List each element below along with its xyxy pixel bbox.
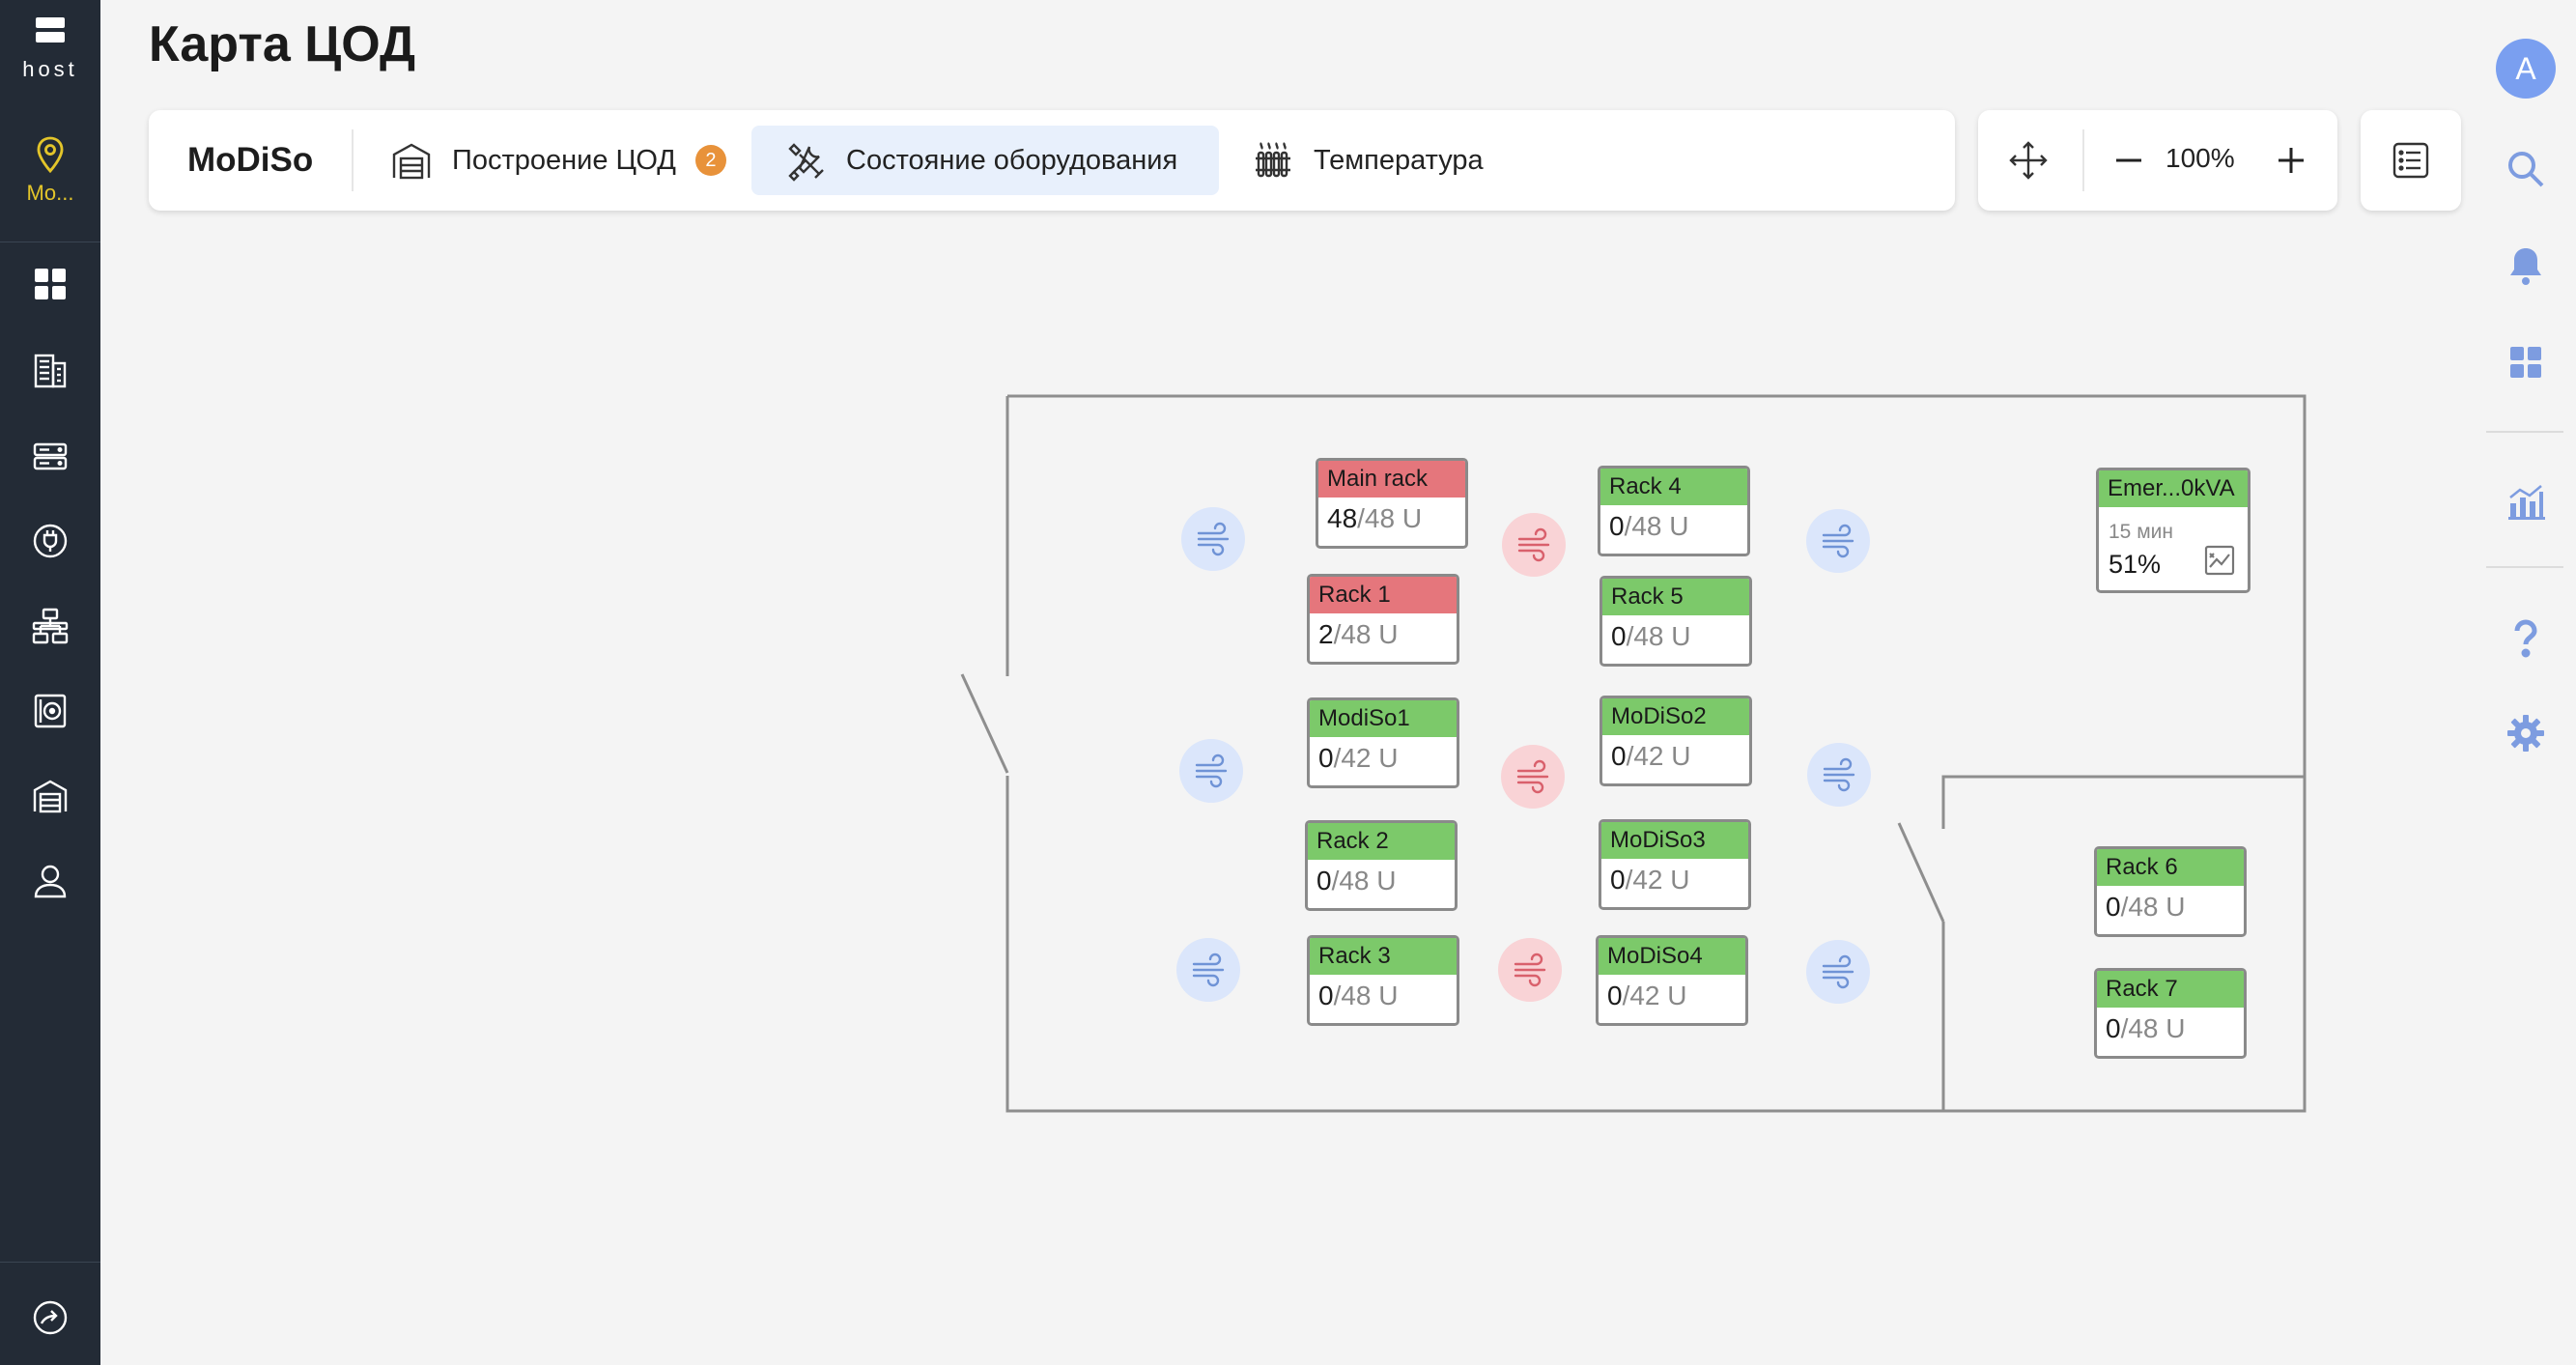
ups-card[interactable]: Emer...0kVA 15 мин 51% — [2096, 468, 2250, 593]
wind-icon — [1192, 953, 1225, 987]
power-chart-icon — [2204, 545, 2235, 576]
room-door — [960, 673, 1009, 774]
rack-total-units: /42 U — [1333, 743, 1399, 773]
rack-capacity: 0/48 U — [2097, 886, 2244, 923]
rack-total-units: /48 U — [1357, 503, 1423, 533]
rack-used-units: 0 — [1609, 511, 1625, 541]
rack-total-units: /42 U — [1626, 741, 1691, 771]
rack-capacity: 0/42 U — [1602, 735, 1749, 772]
rack-name: Rack 7 — [2097, 971, 2244, 1008]
rack-used-units: 0 — [1316, 866, 1332, 896]
wind-icon — [1822, 954, 1854, 989]
room-door — [1897, 822, 1945, 923]
rack-capacity: 0/48 U — [1602, 615, 1749, 652]
rack-total-units: /48 U — [1333, 619, 1399, 649]
rack-name: Rack 3 — [1310, 938, 1457, 975]
rack-used-units: 0 — [1607, 981, 1623, 1010]
rack-name: Rack 5 — [1602, 579, 1749, 615]
hot-airflow[interactable] — [1501, 745, 1565, 809]
rack-card[interactable]: ModiSo1 0/42 U — [1307, 697, 1459, 788]
rack-total-units: /48 U — [2120, 892, 2186, 922]
rack-used-units: 0 — [2106, 892, 2121, 922]
rack-card[interactable]: Rack 3 0/48 U — [1307, 935, 1459, 1026]
rack-card[interactable]: Rack 4 0/48 U — [1598, 466, 1750, 556]
room-wall — [1941, 775, 2305, 829]
ups-name: Emer...0kVA — [2099, 470, 2248, 507]
rack-capacity: 0/48 U — [1310, 975, 1457, 1011]
rack-name: MoDiSo2 — [1602, 698, 1749, 735]
rack-capacity: 2/48 U — [1310, 613, 1457, 650]
rack-total-units: /48 U — [1626, 621, 1691, 651]
rack-capacity: 0/42 U — [1599, 975, 1745, 1011]
rack-used-units: 0 — [2106, 1013, 2121, 1043]
rack-card[interactable]: Rack 2 0/48 U — [1305, 820, 1458, 911]
cold-airflow[interactable] — [1181, 507, 1245, 571]
rack-capacity: 0/42 U — [1310, 737, 1457, 774]
cold-airflow[interactable] — [1176, 938, 1240, 1002]
rack-capacity: 0/48 U — [1600, 505, 1747, 542]
cold-airflow[interactable] — [1806, 509, 1870, 573]
ups-runtime: 15 мин — [2109, 521, 2173, 543]
rack-used-units: 48 — [1327, 503, 1358, 533]
wind-icon — [1197, 522, 1230, 556]
rack-total-units: /48 U — [1331, 866, 1397, 896]
rack-used-units: 0 — [1610, 865, 1626, 895]
rack-card[interactable]: Rack 5 0/48 U — [1599, 576, 1752, 667]
rack-name: ModiSo1 — [1310, 700, 1457, 737]
rack-used-units: 2 — [1318, 619, 1334, 649]
rack-card[interactable]: MoDiSo2 0/42 U — [1599, 696, 1752, 786]
wind-icon — [1516, 759, 1549, 794]
wind-icon — [1822, 524, 1854, 558]
wind-icon — [1823, 757, 1855, 792]
rack-name: MoDiSo4 — [1599, 938, 1745, 975]
rack-name: MoDiSo3 — [1601, 822, 1748, 859]
wind-icon — [1195, 754, 1228, 788]
rack-used-units: 0 — [1318, 743, 1334, 773]
rack-used-units: 0 — [1611, 741, 1627, 771]
rack-name: Rack 2 — [1308, 823, 1455, 860]
rack-name: Rack 6 — [2097, 849, 2244, 886]
rack-name: Rack 1 — [1310, 577, 1457, 613]
hot-airflow[interactable] — [1502, 513, 1566, 577]
rack-capacity: 0/48 U — [2097, 1008, 2244, 1044]
rack-total-units: /48 U — [1333, 981, 1399, 1010]
rack-card[interactable]: MoDiSo3 0/42 U — [1599, 819, 1751, 910]
rack-card[interactable]: Rack 1 2/48 U — [1307, 574, 1459, 665]
rack-total-units: /42 U — [1622, 981, 1687, 1010]
rack-card[interactable]: Rack 6 0/48 U — [2094, 846, 2247, 937]
rack-capacity: 48/48 U — [1318, 498, 1465, 534]
rack-card[interactable]: Main rack 48/48 U — [1316, 458, 1468, 549]
rack-card[interactable]: MoDiSo4 0/42 U — [1596, 935, 1748, 1026]
rack-total-units: /42 U — [1625, 865, 1690, 895]
rack-name: Rack 4 — [1600, 469, 1747, 505]
cold-airflow[interactable] — [1179, 739, 1243, 803]
cold-airflow[interactable] — [1807, 743, 1871, 807]
rack-used-units: 0 — [1318, 981, 1334, 1010]
rack-card[interactable]: Rack 7 0/48 U — [2094, 968, 2247, 1059]
wind-icon — [1514, 953, 1546, 987]
rack-capacity: 0/42 U — [1601, 859, 1748, 896]
rack-total-units: /48 U — [1624, 511, 1689, 541]
rack-capacity: 0/48 U — [1308, 860, 1455, 896]
wind-icon — [1517, 527, 1550, 562]
rack-total-units: /48 U — [2120, 1013, 2186, 1043]
cold-airflow[interactable] — [1806, 940, 1870, 1004]
rack-used-units: 0 — [1611, 621, 1627, 651]
floor-plan — [960, 394, 2307, 1113]
hot-airflow[interactable] — [1498, 938, 1562, 1002]
rack-name: Main rack — [1318, 461, 1465, 498]
